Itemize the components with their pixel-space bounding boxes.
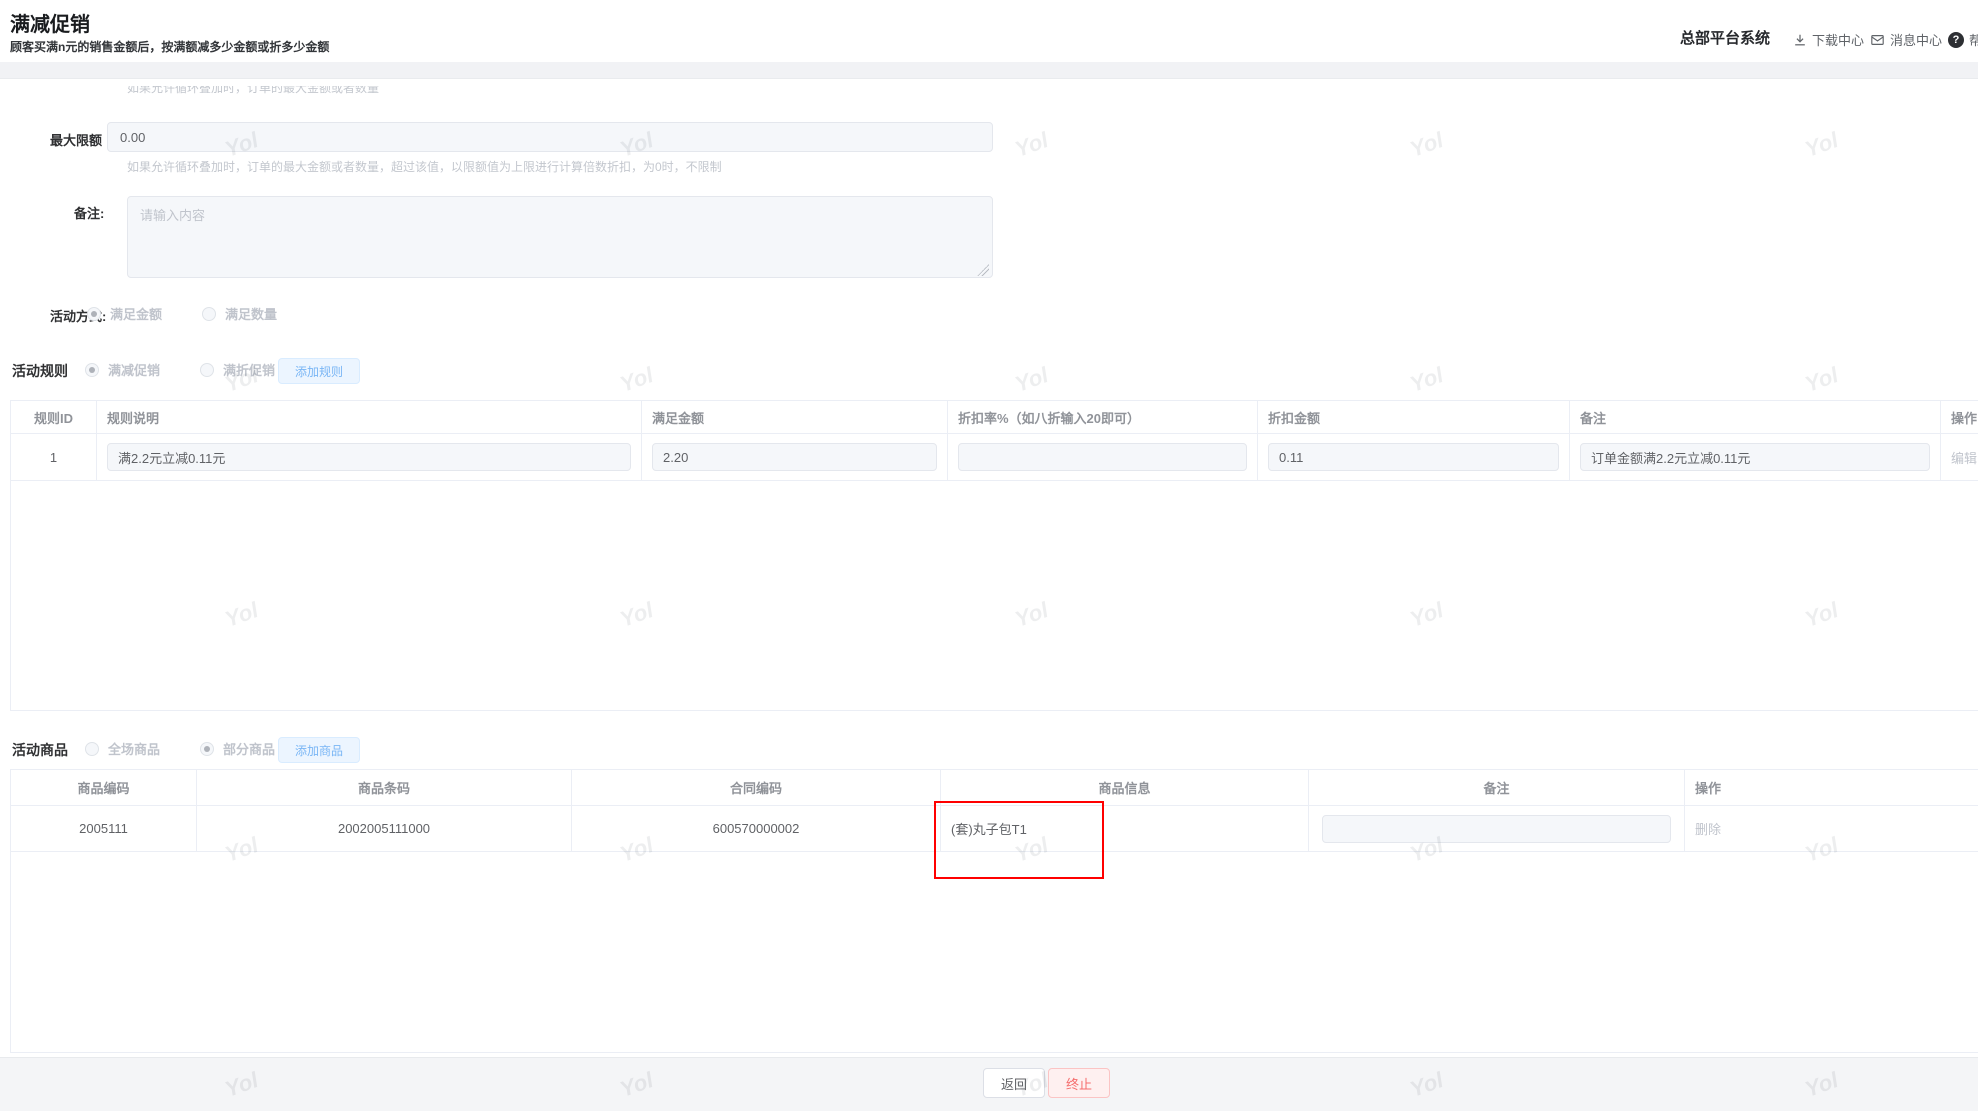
radio-unchecked-icon [202, 307, 216, 321]
product-code-cell: 2005111 [11, 806, 197, 851]
textarea-resize-handle[interactable] [977, 264, 989, 276]
rule-amount-input[interactable] [652, 443, 937, 471]
col-discount-amount: 折扣金额 [1258, 401, 1570, 433]
col-product-code: 商品编码 [11, 770, 197, 805]
max-limit-hint: 如果允许循环叠加时，订单的最大金额或者数量，超过该值，以限额值为上限进行计算倍数… [127, 158, 722, 175]
message-center-label: 消息中心 [1890, 30, 1942, 49]
watermark-text: Yol [1802, 362, 1842, 398]
add-product-button[interactable]: 添加商品 [278, 737, 360, 763]
max-limit-input[interactable] [107, 122, 993, 152]
add-rule-button[interactable]: 添加规则 [278, 358, 360, 384]
rules-type-radio-group: 满减促销 满折促销 [85, 360, 275, 379]
remark-label: 备注: [74, 203, 104, 222]
col-action: 操作 [1941, 401, 1978, 433]
watermark-text: Yol [1407, 362, 1447, 398]
header-divider-band [0, 62, 1978, 79]
col-discount-rate: 折扣率%（如八折输入20即可） [948, 401, 1258, 433]
watermark-text: Yol [617, 362, 657, 398]
envelope-icon [1870, 33, 1885, 47]
watermark-text: Yol [1012, 362, 1052, 398]
rules-table-header: 规则ID 规则说明 满足金额 折扣率%（如八折输入20即可） 折扣金额 备注 操… [11, 401, 1978, 434]
back-button[interactable]: 返回 [983, 1068, 1045, 1098]
product-remark-input[interactable] [1322, 815, 1671, 843]
col-remark: 备注 [1570, 401, 1941, 433]
col-product-remark: 备注 [1309, 770, 1685, 805]
message-center-link[interactable]: 消息中心 [1870, 30, 1942, 49]
edit-rule-link[interactable]: 编辑 [1951, 448, 1977, 467]
download-icon [1793, 33, 1807, 47]
delete-product-link[interactable]: 删除 [1695, 819, 1721, 838]
product-barcode-cell: 2002005111000 [197, 806, 572, 851]
rule-remark-input[interactable] [1580, 443, 1930, 471]
products-table: 商品编码 商品条码 合同编码 商品信息 备注 操作 2005111 200200… [10, 769, 1978, 1053]
col-barcode: 商品条码 [197, 770, 572, 805]
col-rule-id: 规则ID [11, 401, 97, 433]
rule-discount-amount-input[interactable] [1268, 443, 1559, 471]
app-header: 满减促销 顾客买满n元的销售金额后，按满额减多少金额或折多少金额 总部平台系统 … [0, 0, 1978, 62]
radio-all-products[interactable]: 全场商品 [85, 739, 160, 758]
help-center-label: 帮助中心 [1969, 30, 1978, 49]
watermark-text: Yol [1802, 127, 1842, 163]
radio-full-discount[interactable]: 满折促销 [200, 360, 275, 379]
col-rule-desc: 规则说明 [97, 401, 642, 433]
page-subtitle: 顾客买满n元的销售金额后，按满额减多少金额或折多少金额 [10, 38, 329, 55]
radio-unchecked-icon [85, 742, 99, 756]
rules-table-row: 1 编辑 [11, 434, 1978, 481]
col-product-info: 商品信息 [941, 770, 1309, 805]
activity-mode-radio-group: 满足金额 满足数量 [87, 304, 277, 323]
col-product-action: 操作 [1685, 770, 1978, 805]
products-section-label: 活动商品 [12, 740, 68, 760]
product-info-cell: (套)丸子包T1 [941, 806, 1309, 851]
radio-quantity-condition[interactable]: 满足数量 [202, 304, 277, 323]
products-table-header: 商品编码 商品条码 合同编码 商品信息 备注 操作 [11, 770, 1978, 806]
stop-button[interactable]: 终止 [1048, 1068, 1110, 1098]
radio-unchecked-icon [200, 363, 214, 377]
rule-id-cell: 1 [11, 434, 97, 480]
radio-checked-icon [85, 363, 99, 377]
clipped-scrolled-text: 如果允许循环叠加时，订单的最大金额或者数量 [127, 86, 379, 96]
col-amount: 满足金额 [642, 401, 948, 433]
download-center-label: 下载中心 [1812, 30, 1864, 49]
radio-amount-condition[interactable]: 满足金额 [87, 304, 162, 323]
help-center-link[interactable]: ? 帮助中心 [1948, 30, 1978, 49]
download-center-link[interactable]: 下载中心 [1793, 30, 1864, 49]
products-table-row: 2005111 2002005111000 600570000002 (套)丸子… [11, 806, 1978, 852]
help-icon: ? [1948, 32, 1964, 48]
rules-section-label: 活动规则 [12, 361, 68, 381]
page-title: 满减促销 [10, 8, 90, 37]
max-limit-label: 最大限额 [50, 130, 102, 149]
radio-checked-icon [200, 742, 214, 756]
radio-checked-icon [87, 307, 101, 321]
watermark-text: Yol [1012, 127, 1052, 163]
col-contract-code: 合同编码 [572, 770, 941, 805]
watermark-text: Yol [1407, 127, 1447, 163]
products-scope-radio-group: 全场商品 部分商品 [85, 739, 275, 758]
radio-full-reduction[interactable]: 满减促销 [85, 360, 160, 379]
rules-table: 规则ID 规则说明 满足金额 折扣率%（如八折输入20即可） 折扣金额 备注 操… [10, 400, 1978, 711]
rule-desc-input[interactable] [107, 443, 631, 471]
remark-textarea[interactable] [127, 196, 993, 278]
radio-partial-products[interactable]: 部分商品 [200, 739, 275, 758]
product-contract-cell: 600570000002 [572, 806, 941, 851]
rule-discount-rate-input[interactable] [958, 443, 1247, 471]
system-name: 总部平台系统 [1680, 27, 1770, 48]
